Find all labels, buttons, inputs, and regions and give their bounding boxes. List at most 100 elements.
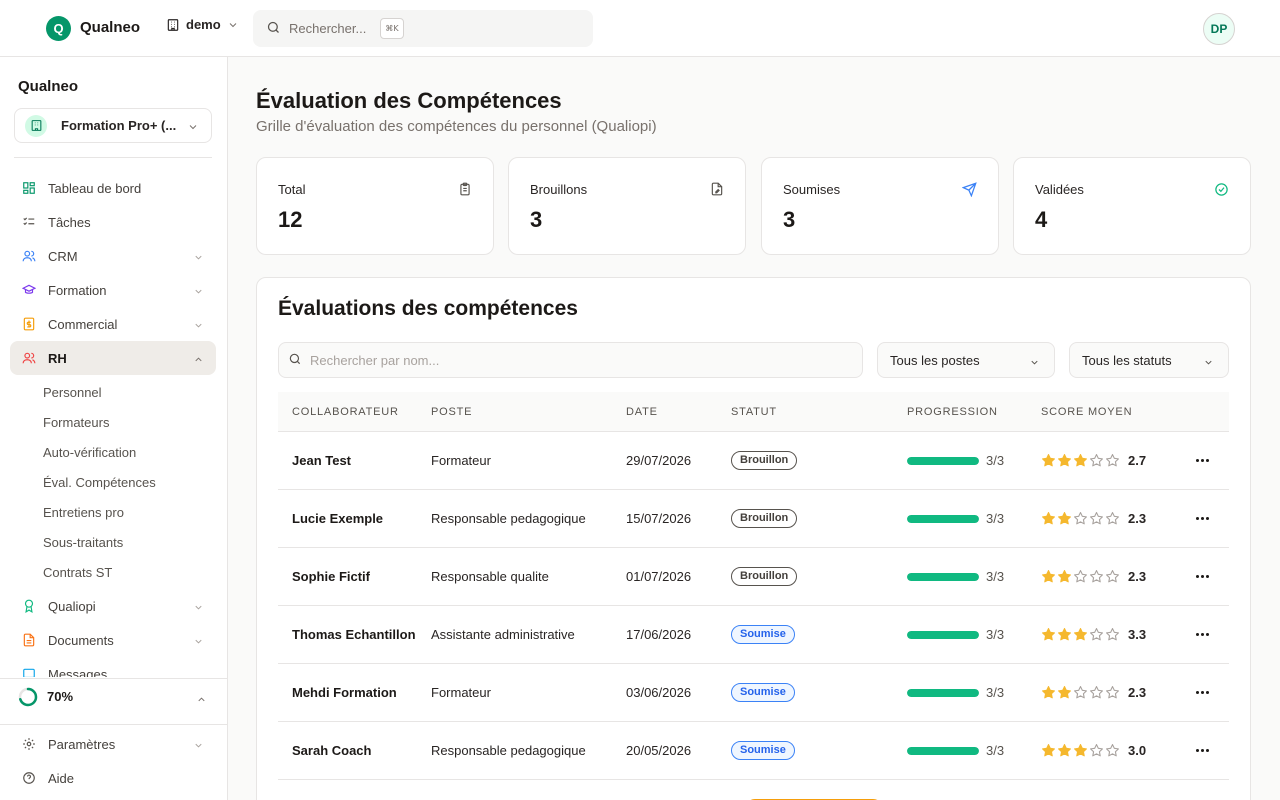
cell-poste: Responsable qualite [431, 569, 549, 584]
name-search[interactable] [278, 342, 863, 378]
cell-progression: 3/3 [907, 627, 1041, 642]
star-rating: 2.3 [1041, 685, 1175, 700]
workspace-switcher[interactable]: demo [166, 17, 239, 32]
star-filled-icon [1042, 744, 1055, 757]
sidebar-subitem-eval-competences[interactable]: Éval. Compétences [10, 467, 216, 497]
star-filled-icon [1058, 744, 1071, 757]
sidebar-item-commercial[interactable]: Commercial [10, 307, 216, 341]
more-actions-icon[interactable] [1195, 517, 1209, 520]
workspace-name: demo [186, 17, 221, 32]
sidebar-item-qualiopi[interactable]: Qualiopi [10, 589, 216, 623]
star-empty-icon [1106, 744, 1119, 757]
global-search[interactable]: Rechercher... ⌘K [253, 10, 593, 47]
chevron-up-icon [193, 353, 204, 368]
table-row[interactable]: Thomas Echantillon Assistante administrat… [278, 606, 1229, 664]
star-empty-icon [1074, 686, 1087, 699]
sidebar-subitem-entretiens-pro[interactable]: Entretiens pro [10, 497, 216, 527]
more-actions-icon[interactable] [1195, 691, 1209, 694]
user-avatar[interactable]: DP [1203, 13, 1235, 45]
search-shortcut: ⌘K [380, 18, 404, 39]
stat-card-drafts: Brouillons 3 [508, 157, 746, 255]
logo-badge[interactable]: Q [46, 16, 71, 41]
star-filled-icon [1058, 512, 1071, 525]
star-filled-icon [1074, 744, 1087, 757]
organization-select[interactable]: Formation Pro+ (... [14, 108, 212, 143]
cell-progression: 3/3 [907, 685, 1041, 700]
statut-filter-select[interactable]: Tous les statuts [1069, 342, 1229, 378]
sidebar-subitem-auto-verification[interactable]: Auto-vérification [10, 437, 216, 467]
name-search-input[interactable] [310, 352, 850, 368]
file-edit-icon [710, 182, 724, 199]
chevron-down-icon [187, 120, 199, 136]
status-badge: Brouillon [731, 509, 798, 528]
star-rating: 2.3 [1041, 569, 1175, 584]
gear-icon [22, 737, 36, 751]
app-name[interactable]: Qualneo [80, 19, 140, 36]
sidebar-subitem-sous-traitants[interactable]: Sous-traitants [10, 527, 216, 557]
evaluations-panel: Évaluations des compétences Tous les pos… [256, 277, 1251, 800]
cell-poste: Assistante administrative [431, 627, 575, 642]
sidebar-item-messages[interactable]: Messages [10, 657, 216, 677]
sidebar-item-label: Tâches [48, 214, 91, 230]
cell-date: 15/07/2026 [626, 511, 692, 526]
column-header-poste[interactable]: POSTE [431, 406, 626, 418]
cell-score: 2.3 [1041, 511, 1175, 526]
table-row[interactable]: Jean Test Formateur 29/07/2026 Brouillon 3/3… [278, 432, 1229, 490]
sidebar-nav-scroll[interactable]: Tableau de bord Tâches CRM Formation Com… [0, 171, 227, 677]
cell-actions [1175, 459, 1229, 462]
stat-label: Total [278, 182, 306, 197]
table-row[interactable]: Sarah Coach Responsable pedagogique 20/05/… [278, 722, 1229, 780]
cell-progression: 3/3 [907, 743, 1041, 758]
cell-statut: Soumise [731, 625, 907, 644]
sidebar-subitem-personnel[interactable]: Personnel [10, 377, 216, 407]
cell-statut: Brouillon [731, 451, 907, 470]
sidebar-subitem-formateurs[interactable]: Formateurs [10, 407, 216, 437]
sidebar-item-documents[interactable]: Documents [10, 623, 216, 657]
sidebar-item-settings[interactable]: Paramètres [10, 727, 216, 761]
global-search-placeholder: Rechercher... [289, 21, 367, 36]
progress-text: 3/3 [986, 453, 1005, 468]
table-row[interactable]: Sophie Fictif Responsable qualite 01/07/20… [278, 548, 1229, 606]
progress-ring-icon [18, 687, 38, 706]
message-icon [22, 667, 36, 677]
table-row[interactable]: Mehdi Formation Formateur 03/06/2026 Soumis… [278, 664, 1229, 722]
more-actions-icon[interactable] [1195, 633, 1209, 636]
more-actions-icon[interactable] [1195, 459, 1209, 462]
column-header-statut[interactable]: STATUT [731, 406, 907, 418]
users-icon [22, 351, 36, 365]
cell-progression: 3/3 [907, 569, 1041, 584]
sidebar-item-crm[interactable]: CRM [10, 239, 216, 273]
stat-label: Brouillons [530, 182, 588, 197]
onboarding-progress[interactable]: 70% [0, 678, 227, 714]
sidebar-item-label: Aide [48, 770, 75, 786]
column-header-collaborateur[interactable]: COLLABORATEUR [278, 406, 431, 418]
sidebar-item-label: Messages [48, 666, 108, 678]
table-row[interactable]: Lucie Exemple Responsable pedagogique 15/0… [278, 490, 1229, 548]
column-header-progression[interactable]: PROGRESSION [907, 406, 1041, 418]
sidebar-item-formation[interactable]: Formation [10, 273, 216, 307]
more-actions-icon[interactable] [1195, 575, 1209, 578]
cell-score: 2.3 [1041, 685, 1175, 700]
sidebar: Qualneo Formation Pro+ (... Tableau de b… [0, 57, 228, 800]
poste-filter-value: Tous les postes [890, 352, 980, 368]
more-actions-icon[interactable] [1195, 749, 1209, 752]
star-filled-icon [1058, 628, 1071, 641]
chevron-down-icon [227, 19, 239, 31]
progress-bar [907, 746, 979, 755]
progress-text: 3/3 [986, 627, 1005, 642]
sidebar-item-dashboard[interactable]: Tableau de bord [10, 171, 216, 205]
column-header-score[interactable]: SCORE MOYEN [1041, 406, 1175, 418]
table-row[interactable] [278, 780, 1229, 800]
sidebar-item-rh[interactable]: RH [10, 341, 216, 375]
check-circle-icon [1214, 182, 1229, 200]
column-header-date[interactable]: DATE [626, 406, 731, 418]
clipboard-icon [458, 182, 472, 199]
sidebar-item-help[interactable]: Aide [10, 761, 216, 795]
star-filled-icon [1042, 512, 1055, 525]
cell-statut: Brouillon [731, 567, 907, 586]
file-icon [22, 633, 36, 647]
star-empty-icon [1090, 570, 1103, 583]
sidebar-item-tasks[interactable]: Tâches [10, 205, 216, 239]
poste-filter-select[interactable]: Tous les postes [877, 342, 1055, 378]
sidebar-subitem-contrats-st[interactable]: Contrats ST [10, 557, 216, 587]
